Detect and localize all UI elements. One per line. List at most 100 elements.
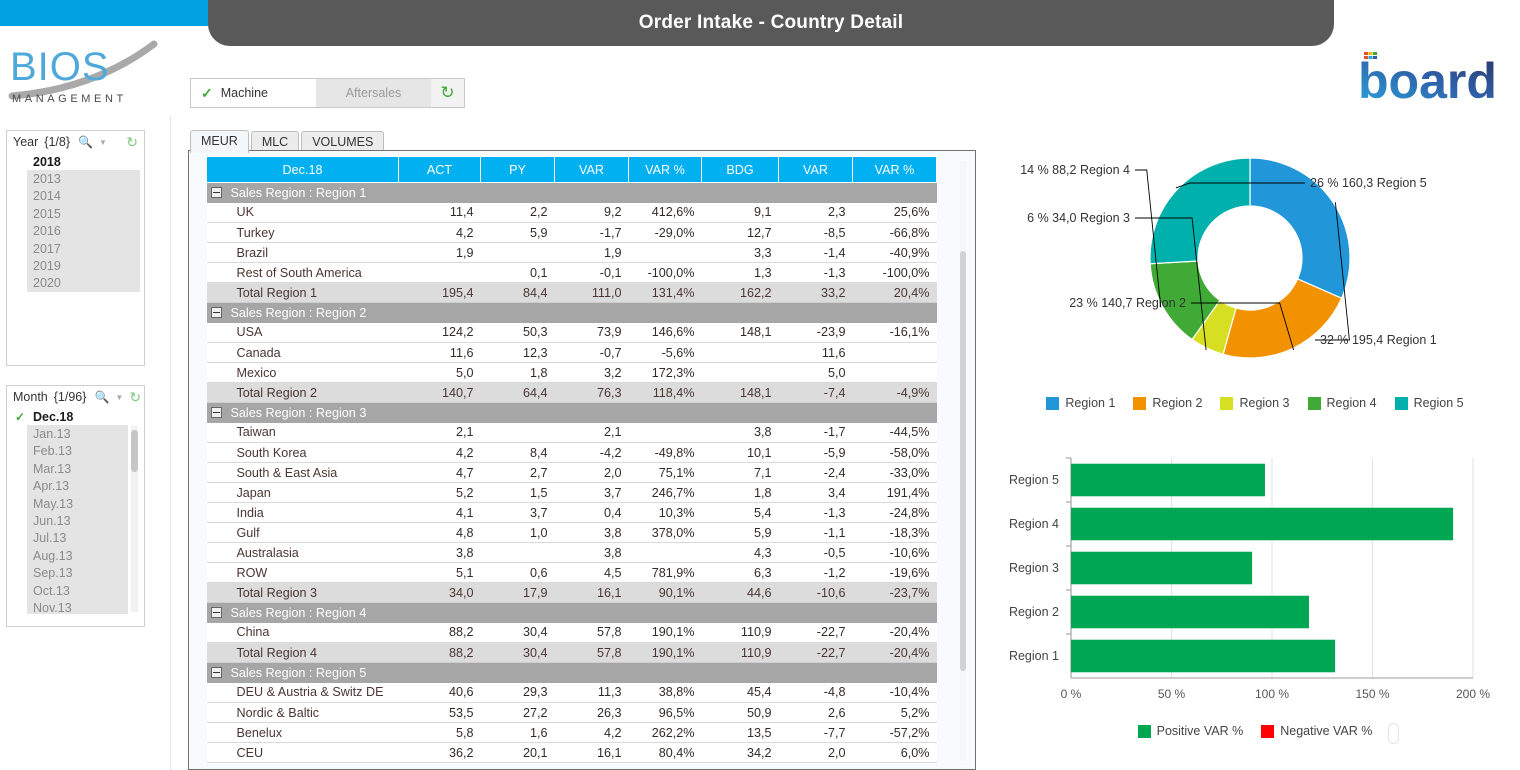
cell-py-1: 5,9: [481, 223, 555, 243]
cell-act-0: 5,0: [399, 363, 481, 383]
refresh-icon[interactable]: ↻: [129, 389, 141, 406]
table-row: CEU36,220,116,180,4%34,22,06,0%: [207, 743, 937, 763]
donut-legend-item-1[interactable]: Region 1: [1046, 396, 1115, 410]
filter-item-month-0[interactable]: ✓ Dec.18: [11, 408, 140, 425]
cell-act-0: 5,1: [399, 563, 481, 583]
search-icon[interactable]: 🔍: [94, 390, 109, 404]
filter-list-year[interactable]: 2018 2013 2014 2015 2016 2017: [11, 153, 140, 292]
table-row: Taiwan2,12,13,8-1,7-44,5%: [207, 423, 937, 443]
bar-legend-item-2[interactable]: Negative VAR %: [1261, 724, 1372, 738]
filter-list-month[interactable]: ✓ Dec.18 Jan.13 Feb.13 Mar.13 Apr.13: [11, 408, 140, 614]
filter-scrollbar-thumb[interactable]: [131, 430, 138, 472]
filter-item-year-7[interactable]: 2020: [11, 275, 140, 292]
donut-legend-item-3[interactable]: Region 3: [1220, 396, 1289, 410]
group-header: Sales Region : Region 5: [210, 666, 392, 680]
legend-swatch: [1046, 397, 1059, 410]
cell-bdg-4: 1,3: [702, 263, 779, 283]
bar-xtick-label-1: 50 %: [1158, 687, 1186, 701]
mode-option-machine[interactable]: ✓ Machine: [191, 79, 316, 107]
search-icon[interactable]: 🔍: [78, 135, 93, 149]
filter-item-month-6[interactable]: Jun.13: [11, 512, 140, 529]
filter-item-year-6[interactable]: 2019: [11, 257, 140, 274]
bar-region-4[interactable]: [1071, 508, 1453, 541]
cell-var--3: [629, 663, 702, 683]
filter-item-month-1[interactable]: Jan.13: [11, 425, 140, 442]
page-title-bar: Order Intake - Country Detail: [208, 0, 1334, 46]
table-scrollbar-thumb[interactable]: [960, 251, 966, 671]
cell-var--6: -20,4%: [853, 623, 937, 643]
cell-var--3: 80,4%: [629, 743, 702, 763]
table-group-row[interactable]: Sales Region : Region 2: [207, 303, 937, 323]
collapse-icon[interactable]: [211, 607, 222, 618]
filter-panel-month[interactable]: Month {1/96} 🔍 ▼ ↻ ✓ Dec.18 Jan.13 Feb.1…: [6, 385, 145, 627]
filter-item-month-11[interactable]: Nov.13: [11, 599, 140, 614]
table-group-row[interactable]: Sales Region : Region 4: [207, 603, 937, 623]
filter-item-year-5[interactable]: 2017: [11, 240, 140, 257]
filter-item-month-5[interactable]: May.13: [11, 495, 140, 512]
donut-legend-item-4[interactable]: Region 4: [1308, 396, 1377, 410]
column-header-py[interactable]: PY: [481, 157, 555, 183]
filter-item-year-2[interactable]: 2014: [11, 188, 140, 205]
filter-panel-year[interactable]: Year {1/8} 🔍 ▼ ↻ 2018 2013 2014 2015: [6, 130, 145, 366]
column-header-act[interactable]: ACT: [399, 157, 481, 183]
bar-chart-panel: 0 %50 %100 %150 %200 %Region 1Region 2Re…: [995, 450, 1515, 768]
filter-item-month-3[interactable]: Mar.13: [11, 460, 140, 477]
filter-item-month-9[interactable]: Sep.13: [11, 565, 140, 582]
filter-item-label: May.13: [31, 497, 73, 511]
tab-meur[interactable]: MEUR: [190, 130, 249, 153]
filter-item-month-10[interactable]: Oct.13: [11, 582, 140, 599]
collapse-icon[interactable]: [211, 407, 222, 418]
filter-item-month-2[interactable]: Feb.13: [11, 443, 140, 460]
column-header-bdg[interactable]: BDG: [702, 157, 779, 183]
row-label: CEU: [207, 743, 399, 763]
table-group-row[interactable]: Sales Region : Region 5: [207, 663, 937, 683]
filter-item-month-7[interactable]: Jul.13: [11, 530, 140, 547]
cell-var-2: 4,2: [555, 723, 629, 743]
chevron-down-icon[interactable]: ▼: [99, 138, 107, 147]
filter-item-label: 2017: [31, 242, 61, 256]
donut-legend-item-2[interactable]: Region 2: [1133, 396, 1202, 410]
column-header-var2[interactable]: VAR: [779, 157, 853, 183]
cell-var-2: 2,1: [555, 423, 629, 443]
column-header-varpct2[interactable]: VAR %: [853, 157, 937, 183]
row-label: India: [207, 503, 399, 523]
column-header-varpct1[interactable]: VAR %: [629, 157, 702, 183]
filter-item-year-3[interactable]: 2015: [11, 205, 140, 222]
mode-option-aftersales[interactable]: Aftersales: [316, 79, 431, 107]
column-header-period[interactable]: Dec.18: [207, 157, 399, 183]
chart-control-pill[interactable]: [1388, 723, 1399, 744]
cell-py-1: 2,2: [481, 203, 555, 223]
cell-var--3: 781,9%: [629, 563, 702, 583]
bar-legend-item-1[interactable]: Positive VAR %: [1138, 724, 1244, 738]
bar-region-3[interactable]: [1071, 552, 1252, 585]
filter-item-year-0[interactable]: 2018: [11, 153, 140, 170]
filter-item-year-1[interactable]: 2013: [11, 170, 140, 187]
cell-var--6: [853, 363, 937, 383]
refresh-icon[interactable]: ↻: [431, 79, 464, 107]
tab-volumes[interactable]: VOLUMES: [301, 131, 384, 152]
chevron-down-icon[interactable]: ▼: [115, 393, 123, 402]
donut-legend-item-5[interactable]: Region 5: [1395, 396, 1464, 410]
table-group-row[interactable]: Sales Region : Region 1: [207, 183, 937, 203]
collapse-icon[interactable]: [211, 307, 222, 318]
column-header-var1[interactable]: VAR: [555, 157, 629, 183]
bar-region-5[interactable]: [1071, 464, 1265, 497]
filter-item-label: 2014: [31, 189, 61, 203]
donut-slice-5[interactable]: [1150, 158, 1250, 264]
refresh-icon[interactable]: ↻: [126, 134, 138, 151]
bar-region-2[interactable]: [1071, 596, 1309, 629]
filter-item-year-4[interactable]: 2016: [11, 223, 140, 240]
view-tabs[interactable]: MEUR MLC VOLUMES: [190, 130, 384, 152]
bar-region-1[interactable]: [1071, 640, 1335, 673]
mode-selector[interactable]: ✓ Machine Aftersales ↻: [190, 78, 465, 108]
filter-item-month-8[interactable]: Aug.13: [11, 547, 140, 564]
cell-py-1: 1,8: [481, 363, 555, 383]
group-header: Sales Region : Region 1: [210, 186, 392, 200]
filter-item-month-4[interactable]: Apr.13: [11, 478, 140, 495]
table-group-row[interactable]: Sales Region : Region 3: [207, 403, 937, 423]
collapse-icon[interactable]: [211, 667, 222, 678]
cell-py-1: 0,6: [481, 563, 555, 583]
cell-act-0: 88,2: [399, 643, 481, 663]
tab-mlc[interactable]: MLC: [251, 131, 299, 152]
collapse-icon[interactable]: [211, 187, 222, 198]
